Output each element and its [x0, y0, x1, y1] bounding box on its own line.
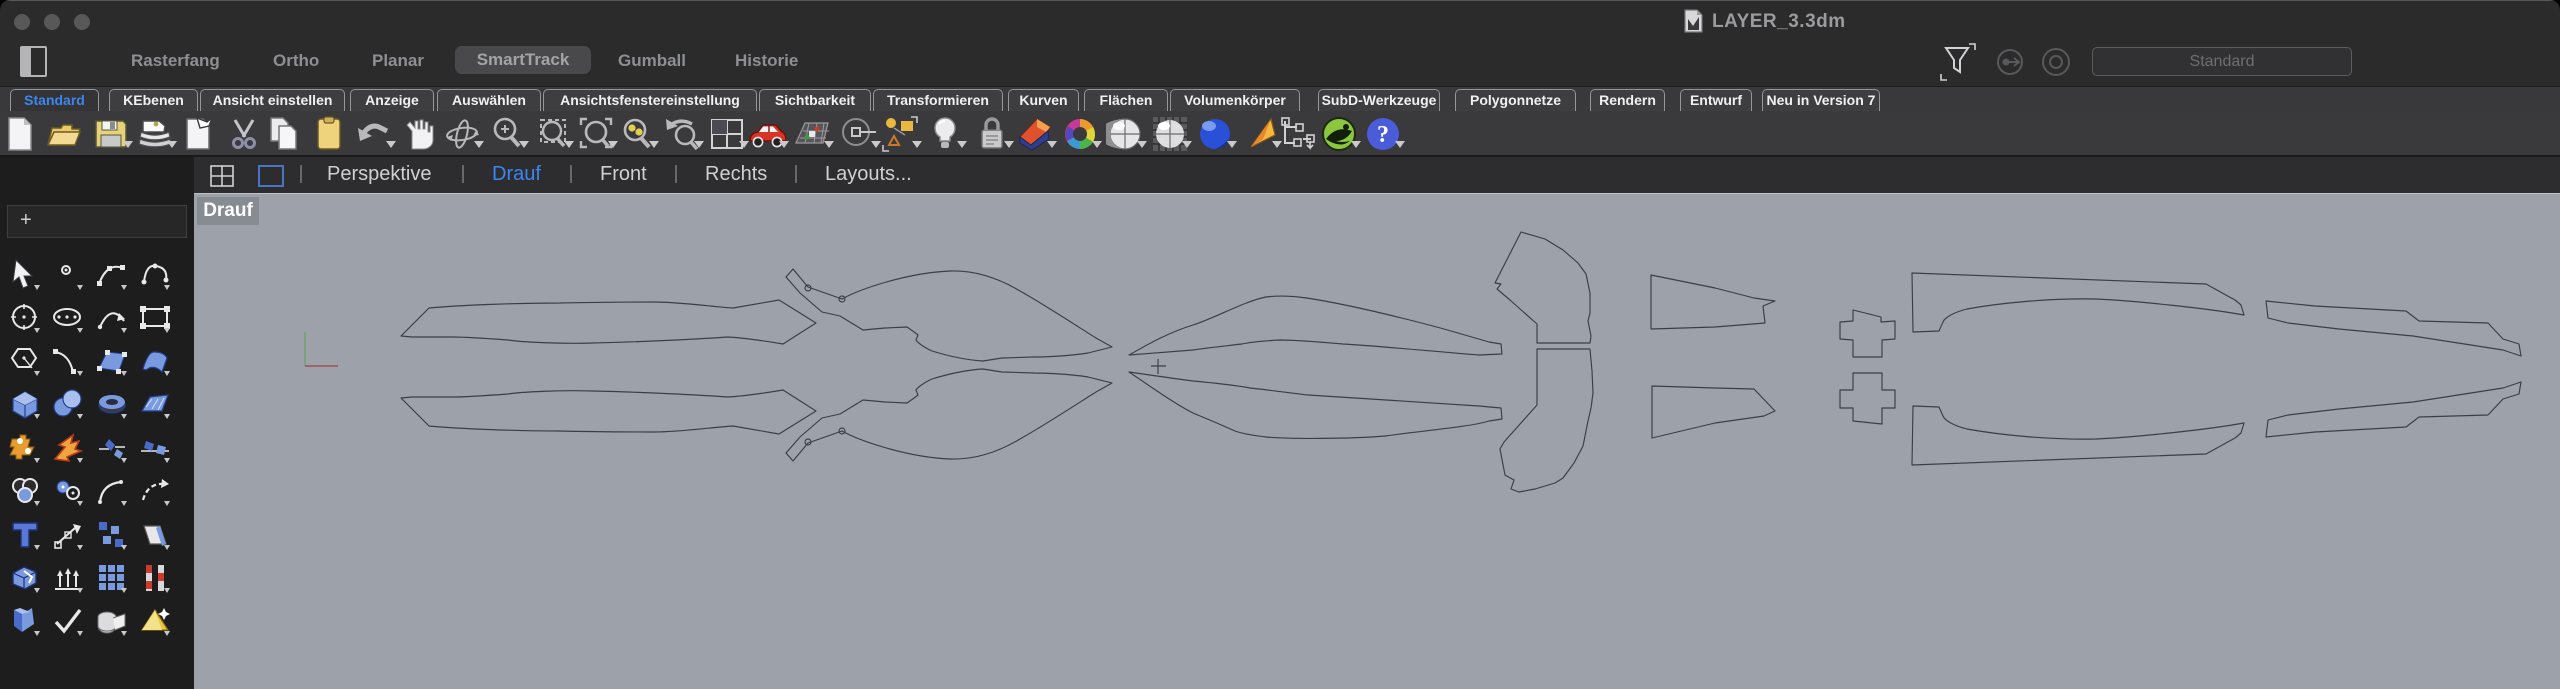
svg-text:?: ?: [1377, 122, 1389, 148]
